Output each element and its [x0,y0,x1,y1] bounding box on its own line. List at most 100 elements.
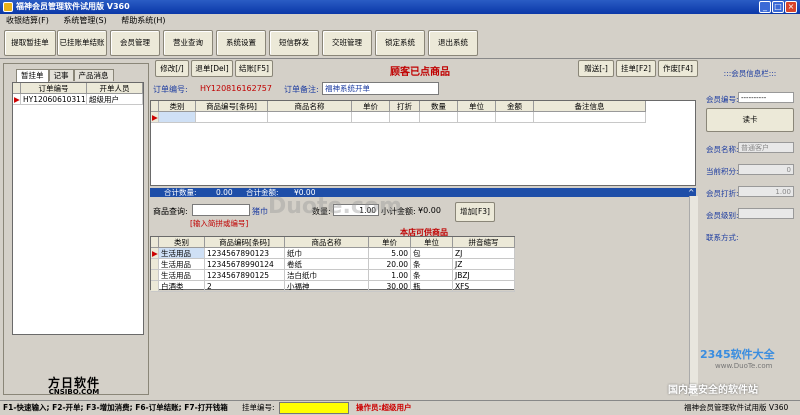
menu-checkout[interactable]: 收银结算(F) [0,14,55,27]
product-code[interactable]: 2 [205,281,285,292]
product-category[interactable]: 白酒类 [159,281,205,292]
product-category[interactable]: 生活用品 [159,270,205,281]
column-header: 开单人员 [87,83,143,94]
column-header: 单位 [458,101,496,112]
column-header: 金额 [496,101,534,112]
product-price[interactable]: 20.00 [369,259,411,270]
tab-notes[interactable]: 记事 [48,69,74,81]
hold-order-button[interactable]: 挂单[F2] [616,60,656,77]
grid-cell[interactable] [496,112,534,123]
column-header: 类别 [159,237,205,248]
held-orders-checkout-button[interactable]: 已挂账单结账 [57,30,107,56]
subtotal-value: ¥0.00 [418,206,441,215]
tab-held-orders[interactable]: 暂挂单 [16,69,49,82]
title-bar: 福神会员管理软件试用版 V360 [0,0,800,14]
product-price[interactable]: 5.00 [369,248,411,259]
order-number: HY120816162757 [200,84,272,93]
product-pinyin[interactable]: XFS [453,281,515,292]
held-orders-table: 订单编号 开单人员 ▶ HY120606103115 超级用户 [12,82,144,335]
vertical-scrollbar[interactable] [689,196,698,396]
product-unit[interactable]: 条 [411,270,453,281]
product-code[interactable]: 1234567890125 [205,270,285,281]
held-order-field[interactable] [279,402,349,414]
column-header: 商品编号[条码] [196,101,268,112]
return-order-button[interactable]: 退单[Del] [191,60,233,77]
grid-cell[interactable] [159,112,196,123]
product-unit[interactable]: 条 [411,259,453,270]
product-name[interactable]: 纸巾 [285,248,369,259]
search-hint: [输入简拼或编号] [190,219,249,228]
product-category[interactable]: 生活用品 [159,248,205,259]
member-name-field: 普通客户 [738,142,794,153]
product-category[interactable]: 生活用品 [159,259,205,270]
watermark: 国内最安全的软件站 [668,385,758,396]
product-price[interactable]: 30.00 [369,281,411,292]
grid-cell[interactable] [534,112,646,123]
shortcut-hints: F1-快速输入; F2-开单; F3-增加消费; F6-订单结账; F7-打开钱… [3,403,228,412]
product-name[interactable]: 卷纸 [285,259,369,270]
maximize-button[interactable]: □ [772,1,784,13]
close-button[interactable]: × [785,1,797,13]
total-qty-label: 合计数量: [164,188,197,197]
watermark: 2345软件大全 [700,348,775,361]
edit-button[interactable]: 修改[/] [155,60,189,77]
member-name-label: 会员名称: [706,145,739,154]
grid-cell[interactable] [420,112,458,123]
system-settings-button[interactable]: 系统设置 [216,30,266,56]
grid-cell[interactable] [458,112,496,123]
held-order-label: 挂单编号: [242,403,275,412]
order-remark-input[interactable]: 福神系统开单 [322,82,439,95]
checkout-button[interactable]: 结账[F5] [235,60,273,77]
row-indicator-header [13,83,21,94]
exit-system-button[interactable]: 退出系统 [428,30,478,56]
column-header: 单价 [352,101,390,112]
grid-cell[interactable] [390,112,420,123]
ordered-items-grid: 类别 商品编号[条码] 商品名称 单价 打折 数量 单位 金额 备注信息 ▶ [150,100,696,186]
held-order-operator[interactable]: 超级用户 [87,94,143,105]
operator-text: 操作员:超级用户 [356,403,412,412]
held-order-number[interactable]: HY120606103115 [21,94,87,105]
shift-manage-button[interactable]: 交班管理 [322,30,372,56]
void-order-button[interactable]: 作废[F4] [658,60,698,77]
row-indicator [151,259,159,270]
menu-help[interactable]: 帮助系统(H) [115,14,171,27]
ordered-items-heading: 顾客已点商品 [390,67,450,78]
product-pinyin[interactable]: ZJ [453,248,515,259]
product-code[interactable]: 12345678990124 [205,259,285,270]
grid-cell[interactable] [196,112,268,123]
grid-cell[interactable] [268,112,352,123]
product-price[interactable]: 1.00 [369,270,411,281]
read-card-button[interactable]: 读卡 [706,108,794,132]
product-code[interactable]: 1234567890123 [205,248,285,259]
product-unit[interactable]: 包 [411,248,453,259]
gift-button[interactable]: 赠送[-] [578,60,614,77]
watermark: Duote.com [268,194,402,219]
column-header: 订单编号 [21,83,87,94]
menu-system[interactable]: 系统管理(S) [57,14,112,27]
tab-product-news[interactable]: 产品消息 [73,69,114,81]
member-id-input[interactable]: ---------- [738,92,794,103]
product-pinyin[interactable]: JZ [453,259,515,270]
product-search-input[interactable] [192,204,250,216]
product-pinyin[interactable]: JBZJ [453,270,515,281]
column-header: 类别 [159,101,196,112]
sales-query-button[interactable]: 营业查询 [163,30,213,56]
grid-cell[interactable] [352,112,390,123]
menu-bar: 收银结算(F) 系统管理(S) 帮助系统(H) [0,14,800,27]
member-level-field [738,208,794,219]
lock-system-button[interactable]: 锁定系统 [375,30,425,56]
member-panel-title: :::会员信息栏::: [723,69,777,78]
sms-broadcast-button[interactable]: 短信群发 [269,30,319,56]
product-unit[interactable]: 瓶 [411,281,453,292]
add-item-button[interactable]: 增加[F3] [455,202,495,222]
row-indicator-header [151,101,159,112]
order-number-label: 订单编号: [153,85,188,94]
left-tabs: 暂挂单 记事 产品消息 [16,69,114,82]
product-name[interactable]: 洁白纸巾 [285,270,369,281]
column-header: 单位 [411,237,453,248]
member-manage-button[interactable]: 会员管理 [110,30,160,56]
minimize-button[interactable]: _ [759,1,771,13]
window-title: 福神会员管理软件试用版 V360 [16,2,130,11]
fetch-held-order-button[interactable]: 提取暂挂单 [4,30,56,56]
product-name[interactable]: 小福神 [285,281,369,292]
